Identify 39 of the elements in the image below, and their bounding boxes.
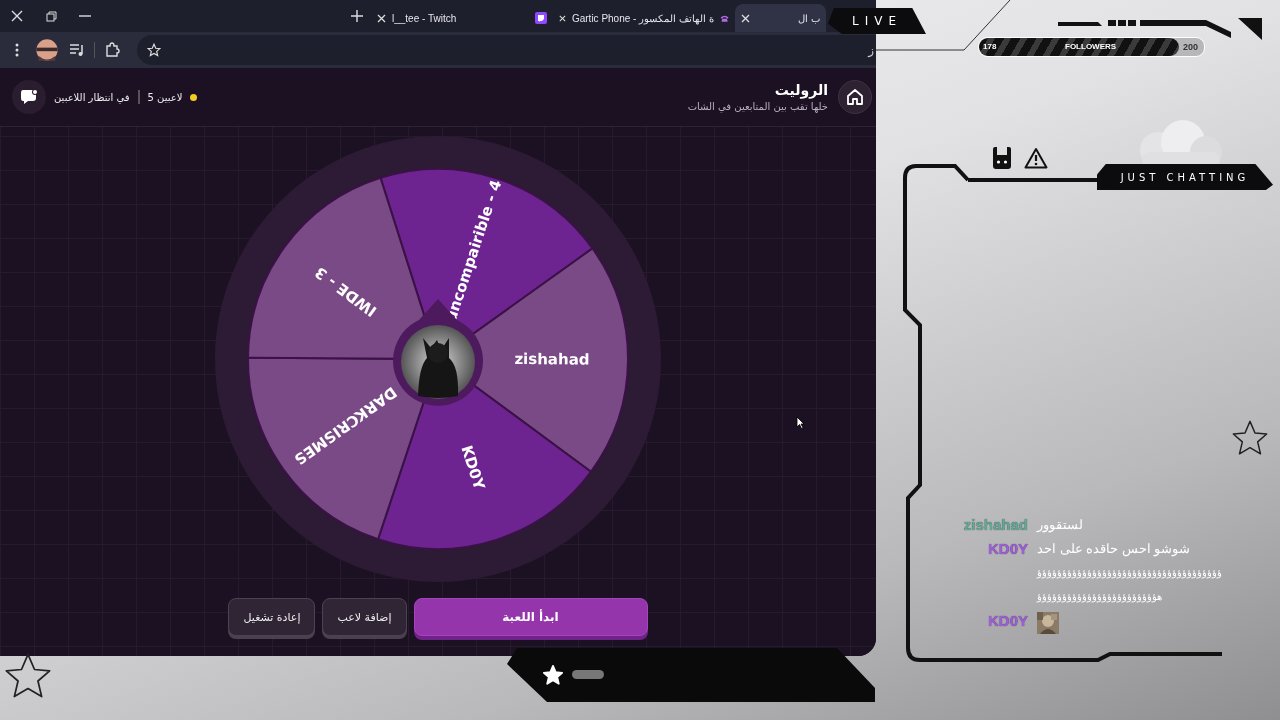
cursor-icon [796, 416, 805, 429]
chat-message: شوشو احس حاقده على احد [1037, 540, 1191, 558]
status-dot [190, 93, 198, 101]
category-badge: JUST CHATTING [1097, 164, 1273, 190]
chat-bubble-icon [535, 12, 547, 24]
browser-tab[interactable]: ب ال [735, 4, 826, 32]
bunny-icon [992, 147, 1012, 169]
address-field[interactable]: ز [137, 35, 876, 65]
chat-message: هؤؤؤؤؤؤؤؤؤؤؤؤؤؤؤؤؤؤؤؤؤؤؤؤ [1037, 590, 1162, 605]
game-button[interactable]: إضافة لاعب [322, 598, 407, 636]
warning-icon [1024, 147, 1048, 169]
phone-icon [719, 13, 729, 23]
home-icon[interactable] [838, 80, 872, 114]
player-count: 5 لاعبين [147, 91, 183, 103]
page-subtitle: خلها تقب بين المتابعين في الشات [687, 101, 828, 112]
browser-tab[interactable]: Gartic Phone - ة الهاتف المكسور [553, 4, 735, 32]
close-icon[interactable] [559, 13, 566, 23]
pill-indicator [572, 670, 604, 679]
close-icon[interactable] [741, 13, 750, 23]
segment-label: KD0Y [457, 443, 489, 492]
chat-message: لستقوور [1037, 516, 1083, 534]
status-text: في انتظار اللاعبين [54, 91, 130, 103]
followers-current: 178 [983, 41, 997, 53]
live-badge: LIVE [828, 8, 926, 34]
chat-username: KD0Y [987, 612, 1028, 631]
followers-label: FOLLOWERS [1065, 41, 1117, 53]
chat-icon[interactable] [12, 80, 46, 114]
star-icon [542, 664, 564, 686]
chat-username: zishahad [962, 516, 1028, 534]
star-icon [1230, 418, 1270, 458]
followers-goal: 200 [1182, 41, 1198, 54]
close-icon[interactable] [377, 13, 386, 23]
chat-username: KD0Y [987, 540, 1028, 558]
page-title: الروليت [773, 82, 828, 98]
game-button[interactable]: إعادة تشغيل [228, 598, 316, 636]
chat-message: ؤؤؤؤؤؤؤؤؤؤؤؤؤؤؤؤؤؤؤؤؤؤؤؤؤؤؤؤؤؤؤؤؤؤؤؤؤ [1037, 566, 1222, 581]
star-icon[interactable] [147, 43, 161, 57]
browser-tab[interactable]: l__tee - Twitch [371, 4, 553, 32]
segment-label: zishahad [514, 350, 590, 369]
